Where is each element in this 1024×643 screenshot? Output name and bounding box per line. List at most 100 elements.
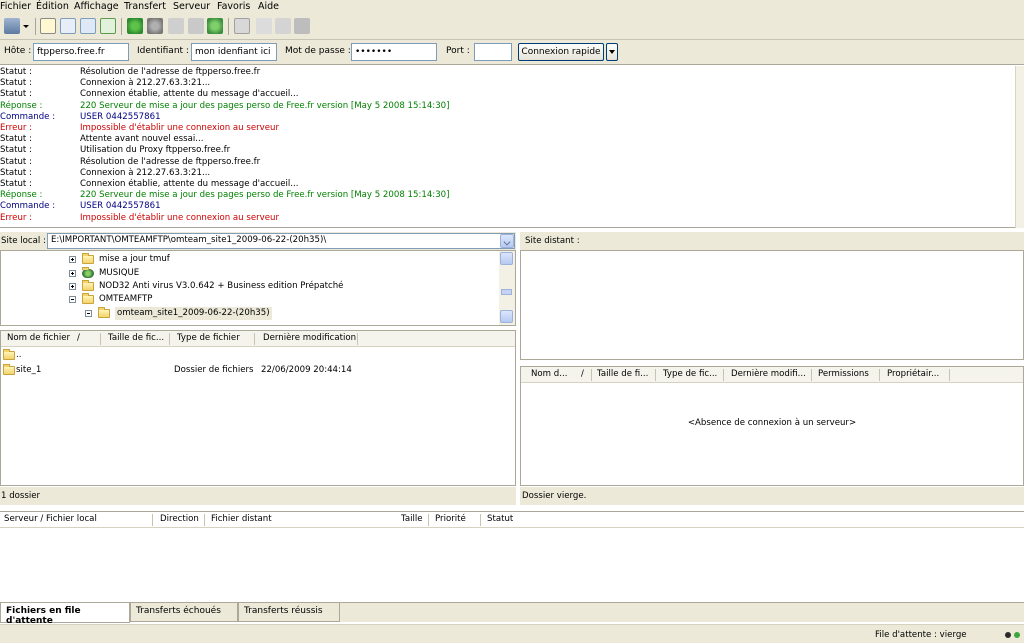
col-filesize[interactable]: Taille de fic... — [108, 333, 164, 343]
sidebar-item-tree-node[interactable]: NOD32 Anti virus V3.0.642 + Business edi… — [1, 280, 499, 293]
toolbar — [0, 14, 1024, 40]
expand-icon[interactable] — [69, 270, 76, 277]
remote-path-input[interactable] — [581, 233, 1024, 249]
log-scrollbar[interactable] — [1015, 66, 1024, 228]
message-log[interactable]: Statut : Résolution de l'adresse de ftppe… — [0, 66, 1022, 228]
log-type: Erreur : — [0, 123, 33, 133]
tab-failed-transfers[interactable]: Transferts échoués — [130, 603, 238, 622]
tab-successful-transfers[interactable]: Transferts réussis — [238, 603, 340, 622]
expand-icon[interactable] — [69, 256, 76, 263]
tab-queued-files[interactable]: Fichiers en file d'attente — [0, 603, 130, 626]
scroll-up-icon[interactable] — [500, 252, 513, 265]
toggle-queue-icon[interactable] — [100, 18, 116, 34]
list-item[interactable]: .. — [1, 349, 515, 361]
remote-list-header: Nom d... / Taille de fi... Type de fic..… — [521, 367, 1023, 383]
directory-listing-filters-icon[interactable] — [234, 18, 250, 34]
col-direction[interactable]: Direction — [160, 514, 199, 524]
site-manager-dropdown-icon[interactable] — [22, 18, 30, 34]
remote-status: Dossier vierge. — [520, 487, 1024, 505]
log-type: Statut : — [0, 156, 32, 167]
process-queue-icon[interactable] — [147, 18, 163, 34]
menu-aide[interactable]: Aide — [258, 1, 279, 12]
search-icon[interactable] — [294, 18, 310, 34]
menu-transfert[interactable]: Transfert — [124, 1, 166, 12]
col-filetype[interactable]: Type de fichier — [177, 333, 240, 343]
remote-file-list[interactable]: Nom d... / Taille de fi... Type de fic..… — [520, 366, 1024, 486]
local-tree-scrollbar[interactable] — [499, 251, 515, 325]
col-permissions[interactable]: Permissions — [818, 369, 869, 379]
refresh-icon[interactable] — [127, 18, 143, 34]
col-local-file[interactable]: Serveur / Fichier local — [4, 514, 97, 524]
user-input[interactable] — [191, 43, 277, 61]
folder-icon — [82, 280, 94, 291]
scroll-thumb[interactable] — [501, 289, 512, 295]
menu-serveur[interactable]: Serveur — [173, 1, 210, 12]
quickconnect-history-dropdown[interactable] — [606, 43, 618, 61]
toggle-log-icon[interactable] — [40, 18, 56, 34]
sidebar-item-tree-node[interactable]: OMTEAMFTP — [1, 293, 499, 306]
quickconnect-button[interactable]: Connexion rapide — [518, 43, 604, 61]
local-directory-tree[interactable]: mise a jour tmuf MUSIQUE NOD32 Anti virus … — [0, 250, 516, 326]
site-manager-icon[interactable] — [4, 18, 20, 34]
status-bar: File d'attente : vierge — [0, 624, 1024, 643]
compare-icon[interactable] — [275, 18, 291, 34]
col-filesize[interactable]: Taille de fi... — [597, 369, 648, 379]
password-input[interactable] — [351, 43, 437, 61]
sync-browsing-icon[interactable] — [256, 18, 272, 34]
disconnect-icon[interactable] — [188, 18, 204, 34]
host-input[interactable] — [33, 43, 129, 61]
col-status[interactable]: Statut — [487, 514, 513, 524]
toggle-local-tree-icon[interactable] — [60, 18, 76, 34]
log-type: Statut : — [0, 78, 32, 89]
local-status: 1 dossier — [0, 487, 516, 505]
log-type: Statut : — [0, 145, 32, 156]
password-label: Mot de passe : — [285, 46, 351, 56]
tree-node-label: OMTEAMFTP — [99, 294, 153, 304]
file-name: site_1 — [16, 365, 42, 375]
local-path-input[interactable]: E:\IMPORTANT\OMTEAMFTP\omteam_site1_2009… — [47, 233, 515, 249]
folder-icon — [82, 253, 94, 264]
col-filetype[interactable]: Type de fic... — [663, 369, 717, 379]
log-message: 220 Serveur de mise a jour des pages per… — [80, 190, 450, 201]
expand-icon[interactable] — [69, 283, 76, 290]
port-label: Port : — [446, 46, 470, 56]
user-label: Identifiant : — [137, 46, 189, 56]
reconnect-icon[interactable] — [207, 18, 223, 34]
col-filename[interactable]: Nom de fichier — [7, 333, 70, 343]
collapse-icon[interactable] — [85, 310, 92, 317]
menu-affichage[interactable]: Affichage — [74, 1, 119, 12]
col-priority[interactable]: Priorité — [435, 514, 466, 524]
col-remote-file[interactable]: Fichier distant — [211, 514, 272, 524]
port-input[interactable] — [474, 43, 512, 61]
local-file-list[interactable]: Nom de fichier / Taille de fic... Type d… — [0, 330, 516, 486]
menu-fichier[interactable]: Fichier — [0, 1, 31, 12]
col-owner[interactable]: Propriétair... — [887, 369, 939, 379]
menu-favoris[interactable]: Favoris — [217, 1, 250, 12]
tree-node-label: mise a jour tmuf — [99, 254, 170, 264]
col-filename[interactable]: Nom d... — [531, 369, 567, 379]
log-type: Erreur : — [0, 212, 33, 223]
col-size[interactable]: Taille — [401, 514, 423, 524]
local-path-text: E:\IMPORTANT\OMTEAMFTP\omteam_site1_2009… — [51, 235, 327, 245]
col-modified[interactable]: Dernière modification — [263, 333, 356, 343]
toggle-remote-tree-icon[interactable] — [80, 18, 96, 34]
cancel-icon[interactable] — [168, 18, 184, 34]
col-modified[interactable]: Dernière modifi... — [731, 369, 806, 379]
collapse-icon[interactable] — [69, 296, 76, 303]
sidebar-item-tree-node[interactable]: mise a jour tmuf — [1, 253, 499, 266]
folder-icon — [3, 364, 15, 375]
log-type: Commande : — [0, 201, 56, 212]
file-name: .. — [16, 350, 22, 360]
local-path-dropdown-icon[interactable] — [500, 234, 514, 248]
tree-node-label: NOD32 Anti virus V3.0.642 + Business edi… — [99, 281, 344, 291]
sidebar-item-tree-node[interactable]: MUSIQUE — [1, 267, 499, 280]
log-message: Connexion à 212.27.63.3:21... — [80, 167, 211, 178]
folder-icon — [82, 293, 94, 304]
scroll-down-icon[interactable] — [500, 310, 513, 323]
transfer-queue[interactable]: Serveur / Fichier local Direction Fichie… — [0, 511, 1024, 602]
log-message: USER 0442557861 — [80, 201, 161, 212]
remote-directory-tree[interactable] — [520, 250, 1024, 360]
list-item[interactable]: site_1 Dossier de fichiers 22/06/2009 20… — [1, 364, 515, 376]
menu-edition[interactable]: Édition — [36, 1, 69, 12]
sidebar-item-tree-node[interactable]: omteam_site1_2009-06-22-(20h35) — [1, 307, 499, 320]
